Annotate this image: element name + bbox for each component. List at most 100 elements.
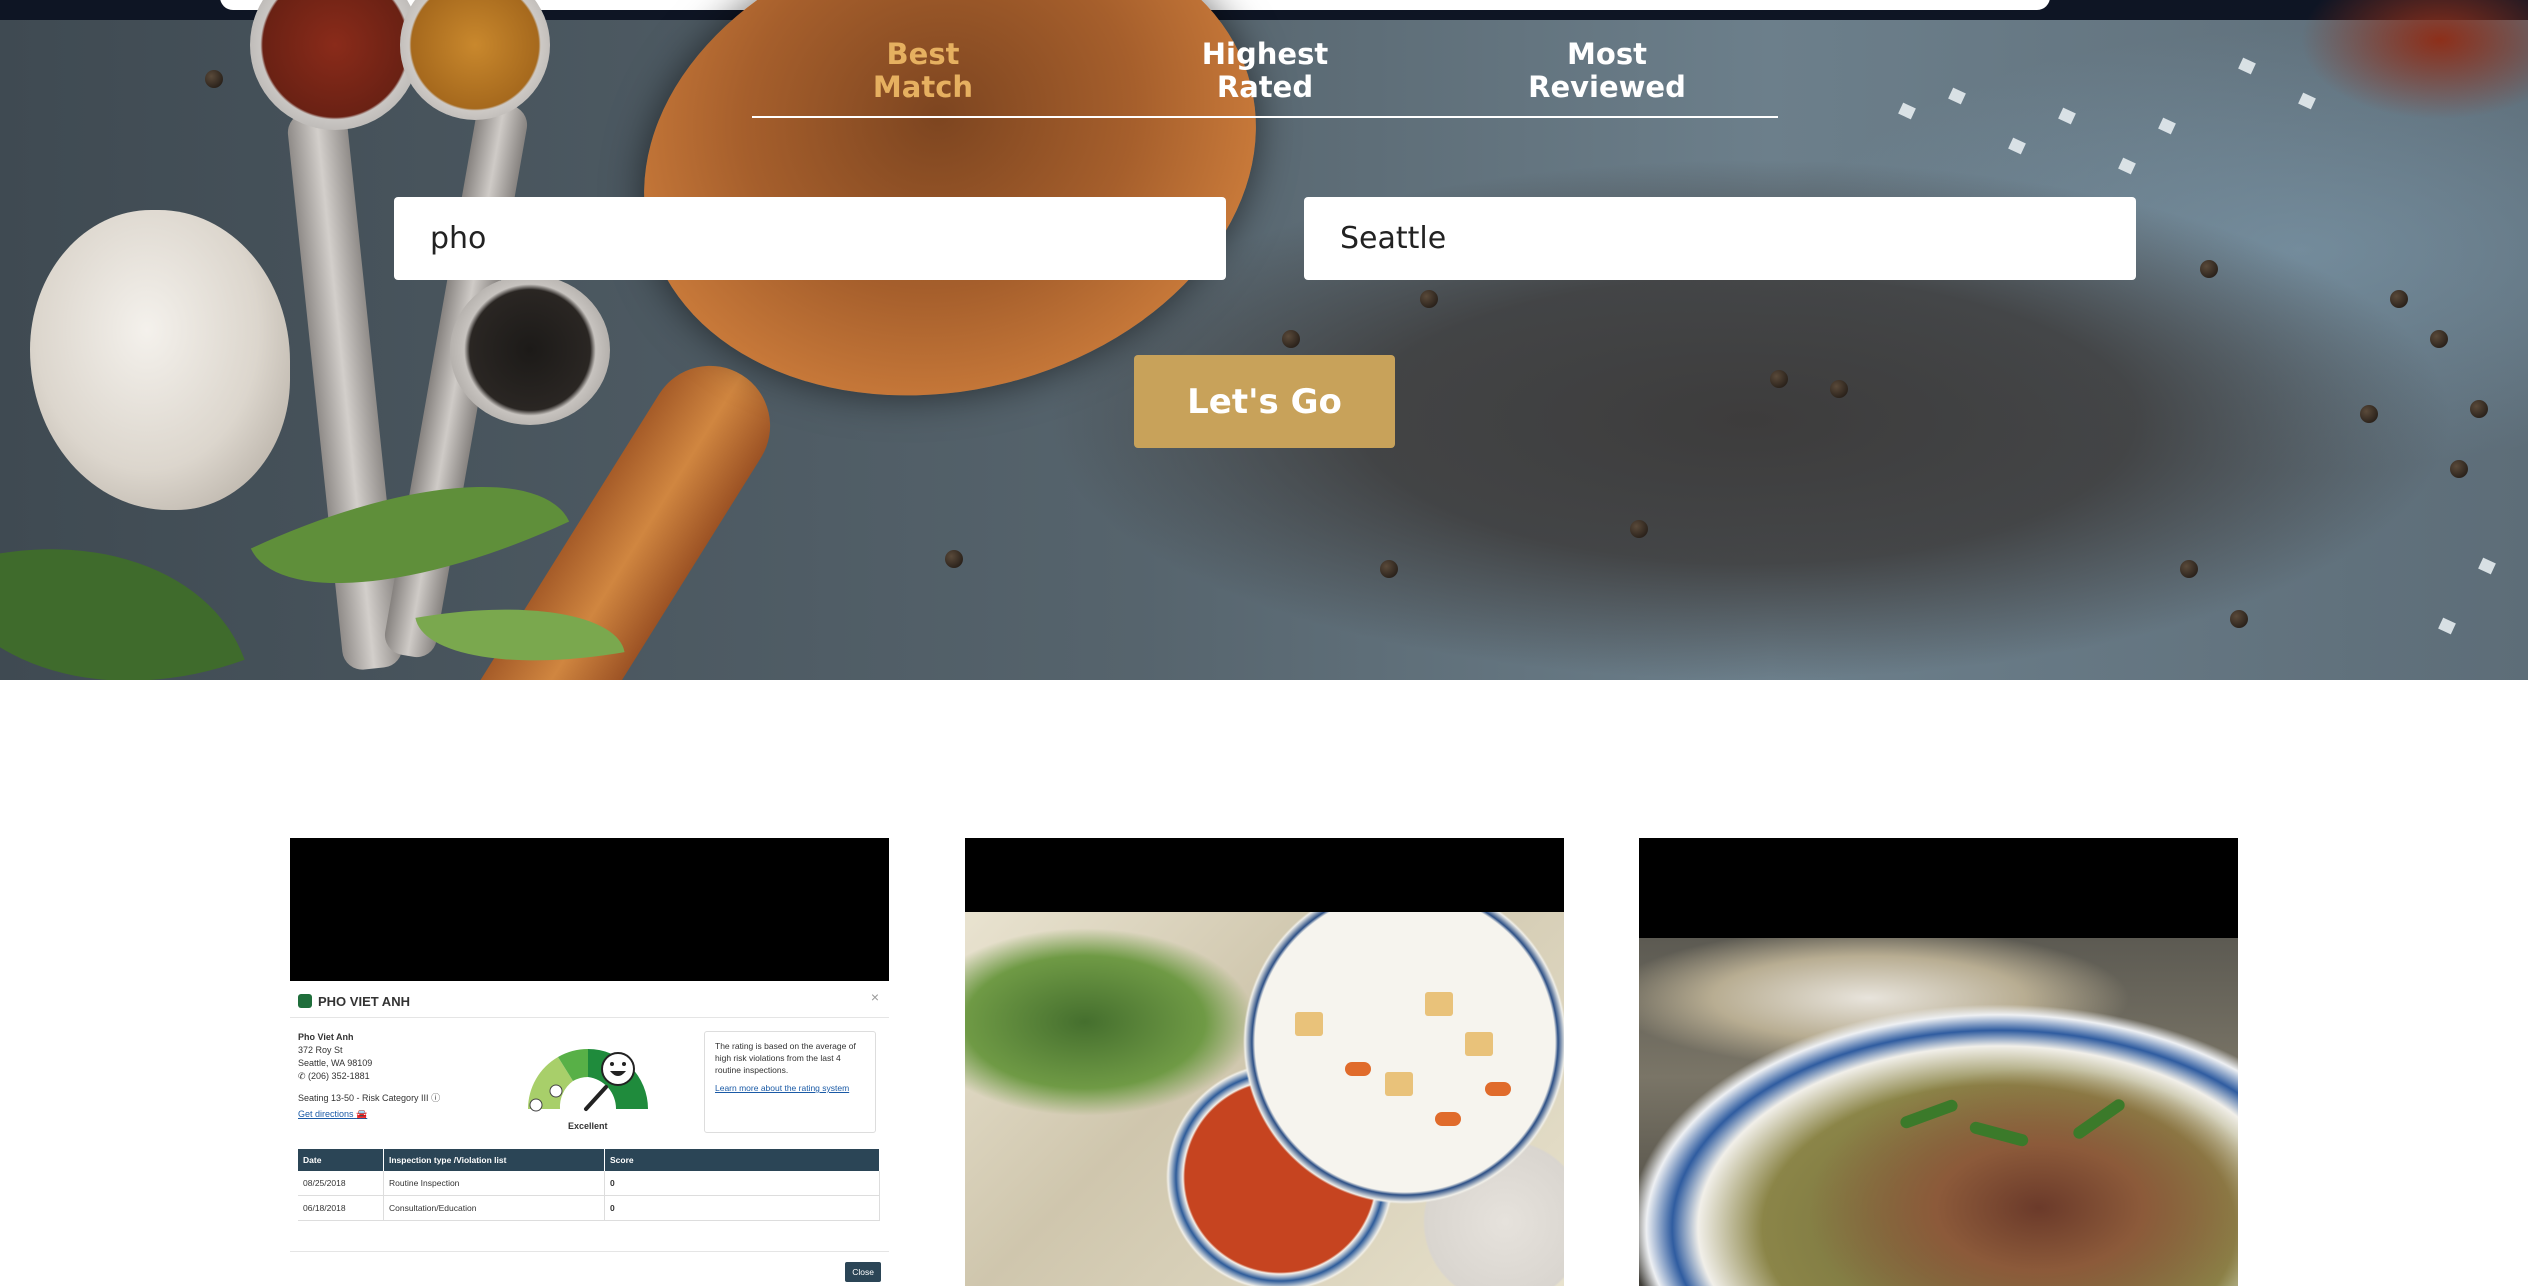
- rating-gauge: [528, 1049, 648, 1112]
- excellent-face-icon: [601, 1052, 635, 1086]
- column-header: Score: [604, 1149, 880, 1171]
- close-button: Close: [845, 1262, 881, 1282]
- tab-best-match[interactable]: Best Match: [823, 38, 1023, 104]
- salt-crystal: [2158, 117, 2176, 135]
- peppercorn: [2450, 460, 2468, 478]
- phone-icon: ✆: [298, 1071, 309, 1081]
- salt-crystal: [2438, 617, 2456, 635]
- close-icon: ×: [870, 989, 879, 1005]
- salt-crystal: [1898, 102, 1916, 120]
- inspection-report-image: PHO VIET ANH × Pho Viet Anh 372 Roy St S…: [290, 981, 889, 1286]
- column-header: Date: [298, 1149, 384, 1171]
- divider: [290, 1251, 889, 1252]
- results-section: PHO VIET ANH × Pho Viet Anh 372 Roy St S…: [0, 680, 2528, 1286]
- salt-crystal: [2298, 92, 2316, 110]
- tofu-piece: [1295, 1012, 1323, 1036]
- type-cell: Routine Inspection: [383, 1171, 605, 1196]
- peppercorn: [2360, 405, 2378, 423]
- peppercorn: [945, 550, 963, 568]
- peppercorn: [2180, 560, 2198, 578]
- peppercorn: [1630, 520, 1648, 538]
- pho-table-photo: [965, 912, 1564, 1286]
- health-logo-icon: [298, 994, 312, 1008]
- city: Seattle, WA 98109: [298, 1058, 373, 1068]
- good-face-icon: [549, 1084, 563, 1098]
- peppercorn-spoon-image: [450, 275, 610, 425]
- peppercorn: [1282, 330, 1300, 348]
- date-cell: 08/25/2018: [298, 1171, 384, 1196]
- peppercorn: [2430, 330, 2448, 348]
- phone-number: (206) 352-1881: [308, 1071, 370, 1081]
- result-card[interactable]: [1639, 838, 2238, 1286]
- learn-more-link: Learn more about the rating system: [715, 1083, 850, 1093]
- tab-most-reviewed[interactable]: Most Reviewed: [1507, 38, 1707, 104]
- pho-bowl-closeup-photo: [1639, 938, 2238, 1286]
- result-card[interactable]: PHO VIET ANH × Pho Viet Anh 372 Roy St S…: [290, 838, 889, 1286]
- salt-crystal: [2008, 137, 2026, 155]
- turmeric-spoon-image: [400, 0, 550, 120]
- eye-mark: [610, 1062, 614, 1066]
- seating-info: Seating 13-50 - Risk Category III ⓘ: [298, 1091, 440, 1104]
- salt-crystal: [2058, 107, 2076, 125]
- tab-highest-rated[interactable]: Highest Rated: [1165, 38, 1365, 104]
- peppercorn: [2390, 290, 2408, 308]
- lets-go-button[interactable]: Let's Go: [1134, 355, 1395, 448]
- basil-leaf-image: [0, 481, 245, 680]
- herb-garnish: [1898, 1098, 1960, 1130]
- column-header: Inspection type /Violation list: [383, 1149, 605, 1171]
- inspection-header: PHO VIET ANH: [298, 991, 410, 1011]
- get-directions-link: Get directions 🚘: [298, 1109, 367, 1120]
- divider: [290, 1017, 889, 1018]
- tab-label: Highest: [1201, 37, 1329, 71]
- paprika-spoon-image: [250, 0, 420, 130]
- peppercorn: [1380, 560, 1398, 578]
- phone: ✆ (206) 352-1881: [298, 1070, 372, 1083]
- eye-mark: [622, 1062, 626, 1066]
- peppercorn: [2470, 400, 2488, 418]
- tab-label: Most: [1567, 37, 1647, 71]
- tofu-piece: [1385, 1072, 1413, 1096]
- salt-crystal: [2478, 557, 2496, 575]
- salt-crystal: [2238, 57, 2256, 75]
- table-row: 06/18/2018 Consultation/Education 0: [298, 1195, 880, 1221]
- red-spice-decoration: [2300, 0, 2528, 120]
- gauge-needle: [584, 1085, 608, 1111]
- peppercorn: [2230, 610, 2248, 628]
- table-header-row: Date Inspection type /Violation list Sco…: [298, 1149, 880, 1171]
- restaurant-address: Pho Viet Anh 372 Roy St Seattle, WA 9810…: [298, 1031, 372, 1083]
- okay-face-icon: [529, 1098, 543, 1112]
- peppercorn: [1770, 370, 1788, 388]
- measuring-spoon-handle: [285, 108, 405, 672]
- result-card[interactable]: [965, 838, 1564, 1286]
- rating-note-text: The rating is based on the average of hi…: [715, 1041, 856, 1075]
- date-cell: 06/18/2018: [298, 1195, 384, 1221]
- tab-label: Reviewed: [1528, 70, 1686, 104]
- directions-text: Get directions: [298, 1109, 354, 1119]
- hero-banner: Best Match Highest Rated Most Reviewed L…: [0, 0, 2528, 680]
- peppercorn: [205, 70, 223, 88]
- location-input[interactable]: [1304, 197, 2136, 280]
- carrot-piece: [1485, 1082, 1511, 1096]
- sort-tabs: Best Match Highest Rated Most Reviewed: [752, 38, 1778, 118]
- tab-label: Rated: [1216, 70, 1314, 104]
- rating-note: The rating is based on the average of hi…: [704, 1031, 876, 1133]
- search-term-input[interactable]: [394, 197, 1226, 280]
- score-cell: 0: [604, 1195, 880, 1221]
- rating-label: Excellent: [568, 1121, 608, 1131]
- inspection-table: Date Inspection type /Violation list Sco…: [298, 1149, 880, 1221]
- seating-text: Seating 13-50 - Risk Category III: [298, 1093, 429, 1103]
- restaurant-name: Pho Viet Anh: [298, 1032, 354, 1042]
- tab-label: Match: [872, 70, 974, 104]
- salt-crystal: [1948, 87, 1966, 105]
- type-cell: Consultation/Education: [383, 1195, 605, 1221]
- tofu-piece: [1425, 992, 1453, 1016]
- tab-label: Best: [886, 37, 960, 71]
- herb-garnish: [1968, 1120, 2030, 1148]
- table-row: 08/25/2018 Routine Inspection 0: [298, 1171, 880, 1196]
- street: 372 Roy St: [298, 1045, 343, 1055]
- car-icon: 🚘: [356, 1109, 368, 1119]
- herb-garnish: [2070, 1096, 2128, 1142]
- peppercorn: [2200, 260, 2218, 278]
- carrot-piece: [1435, 1112, 1461, 1126]
- score-cell: 0: [604, 1171, 880, 1196]
